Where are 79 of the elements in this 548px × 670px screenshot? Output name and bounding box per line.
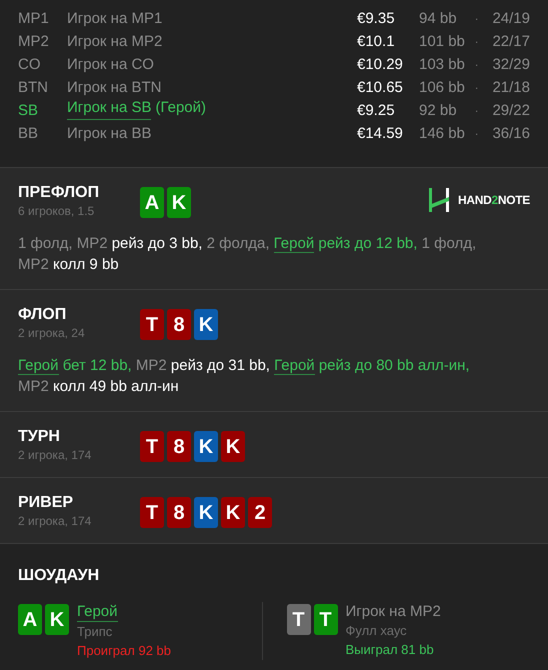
stack-bb: 146 bb	[419, 124, 466, 144]
stack-bb: 92 bb	[419, 101, 458, 122]
stack-bb: 101 bb	[419, 32, 466, 52]
showdown-title: ШОУДАУН	[18, 566, 100, 586]
playing-card: K	[221, 497, 245, 528]
stack-amount: €9.35	[357, 9, 396, 30]
result-text: Выиграл 81 bb	[346, 641, 435, 659]
street-title: ПРЕФЛОП	[18, 183, 100, 203]
player-name-link[interactable]: Игрок на SB	[67, 96, 152, 120]
position-label: MP1	[18, 9, 50, 30]
hand-rank: Фулл хаус	[346, 622, 408, 640]
playing-card: T	[140, 309, 164, 340]
player-name: Игрок на BTN	[67, 78, 162, 98]
player-name: Игрок на MP2	[67, 32, 162, 52]
playing-card: K	[221, 431, 245, 462]
hero-link[interactable]: Герой	[274, 235, 314, 253]
street-title: РИВЕР	[18, 493, 74, 513]
player-stats: 24/19	[492, 9, 530, 30]
position-label: BB	[18, 124, 40, 144]
stack-amount: €10.29	[357, 55, 404, 76]
action-log: MP2 колл 49 bb алл-ин	[18, 377, 180, 397]
playing-card: K	[167, 187, 191, 218]
playing-card: K	[194, 497, 218, 528]
street-subtitle: 2 игрока, 174	[18, 513, 92, 529]
separator-dot: ·	[475, 36, 478, 50]
hero-link[interactable]: Герой	[18, 357, 59, 375]
position-label: MP2	[18, 32, 50, 52]
playing-card: A	[18, 604, 42, 635]
stack-amount: €9.25	[357, 101, 396, 122]
stack-bb: 94 bb	[419, 9, 458, 30]
playing-card: A	[140, 187, 164, 218]
separator-dot: ·	[475, 82, 478, 96]
playing-card: K	[194, 309, 218, 340]
stack-amount: €10.65	[357, 78, 404, 98]
player-name: Игрок на MP1	[67, 9, 162, 30]
playing-card: T	[140, 431, 164, 462]
player-stats: 32/29	[492, 55, 530, 76]
separator-dot: ·	[475, 128, 478, 142]
logo-text: HAND2NOTE	[458, 192, 530, 209]
hero-link[interactable]: Герой	[274, 357, 315, 375]
logo-icon	[428, 188, 450, 212]
player-stats: 36/16	[492, 124, 530, 144]
playing-card: 2	[248, 497, 272, 528]
separator-dot: ·	[475, 13, 478, 27]
hand-rank: Трипс	[77, 623, 114, 641]
street-title: ФЛОП	[18, 305, 68, 325]
player-stats: 29/22	[492, 101, 530, 122]
playing-card: T	[314, 604, 338, 635]
position-label: BTN	[18, 78, 49, 98]
playing-card: 8	[167, 431, 191, 462]
street-subtitle: 2 игрока, 174	[18, 447, 92, 463]
stack-amount: €14.59	[357, 124, 404, 144]
action-log: 1 фолд, MP2 рейз до 3 bb, 2 фолда, Герой рейз до 12 bb, 1 фолд,	[18, 234, 478, 254]
street-title: ТУРН	[18, 427, 61, 447]
street-subtitle: 6 игроков, 1.5	[18, 203, 96, 219]
playing-card: K	[45, 604, 69, 635]
playing-card: 8	[167, 309, 191, 340]
playing-card: T	[286, 604, 310, 635]
playing-card: K	[194, 431, 218, 462]
stack-amount: €10.1	[357, 32, 396, 52]
player-name: Игрок на BB	[67, 124, 152, 144]
stack-bb: 103 bb	[419, 55, 466, 76]
player-name-link[interactable]: Герой	[77, 602, 118, 622]
playing-card: T	[140, 497, 164, 528]
separator-dot: ·	[475, 59, 478, 73]
stack-bb: 106 bb	[419, 78, 466, 98]
street-subtitle: 2 игрока, 24	[18, 325, 86, 341]
player-name: Игрок на CO	[67, 55, 154, 76]
action-log: Герой бет 12 bb, MP2 рейз до 31 bb, Герой рейз до 80 bb алл-ин,	[18, 356, 471, 376]
player-name: Игрок на MP2	[346, 602, 441, 621]
action-log: MP2 колл 9 bb	[18, 255, 120, 275]
separator-dot: ·	[475, 105, 478, 119]
player-stats: 21/18	[492, 78, 530, 98]
hero-note: (Герой)	[155, 98, 206, 118]
player-stats: 22/17	[492, 32, 530, 52]
playing-card: 8	[167, 497, 191, 528]
position-label: SB	[18, 101, 40, 122]
result-text: Проиграл 92 bb	[77, 642, 171, 660]
position-label: CO	[18, 55, 42, 76]
